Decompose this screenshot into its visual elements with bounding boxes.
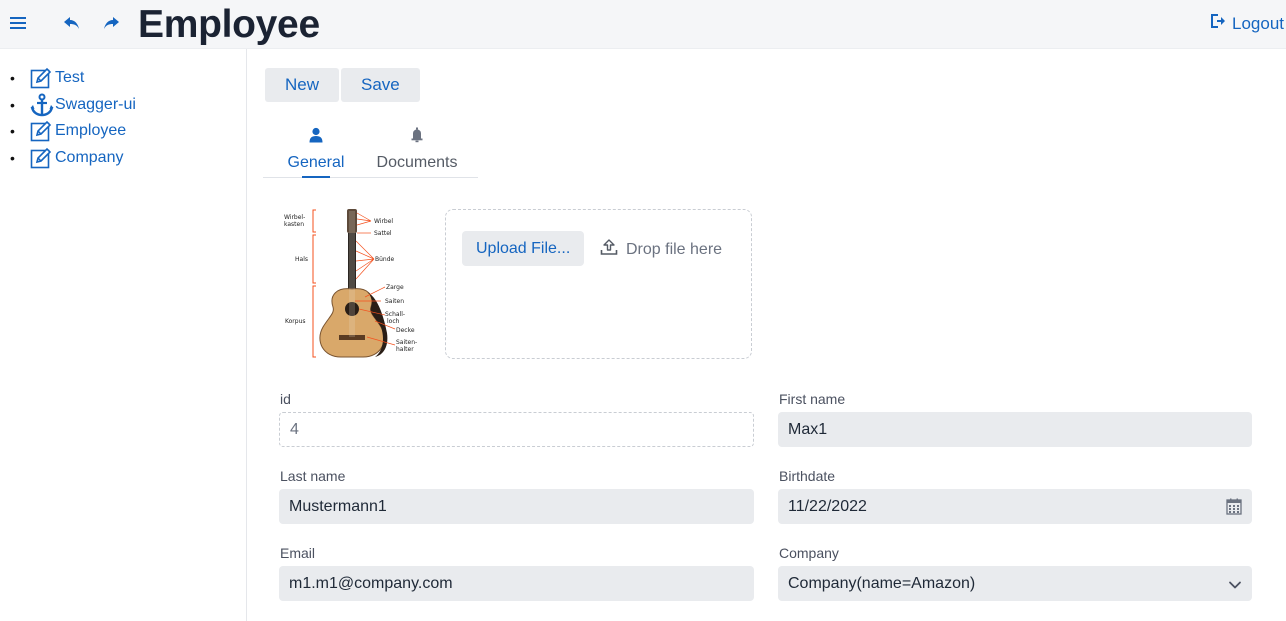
sidebar-item-label: Swagger-ui [55, 95, 136, 113]
first-name-field[interactable]: Max1 [778, 412, 1252, 447]
email-value: m1.m1@company.com [289, 574, 453, 592]
photo-label: Saiten- [396, 339, 417, 346]
photo-label: Sattel [374, 230, 392, 237]
photo-label: Zarge [386, 284, 404, 291]
sidebar-item-company[interactable]: • Company [8, 145, 246, 172]
photo-label: kasten [284, 221, 304, 228]
id-field: 4 [279, 412, 754, 447]
menu-icon[interactable] [7, 10, 29, 36]
sidebar-item-label: Test [55, 69, 85, 87]
sidebar-item-employee[interactable]: • Employee [8, 118, 246, 145]
photo-label: Hals [295, 256, 308, 263]
upload-file-button[interactable]: Upload File... [462, 231, 585, 266]
id-label: id [280, 391, 291, 407]
file-drop-zone[interactable]: Upload File... Drop file here [445, 209, 752, 359]
save-button[interactable]: Save [341, 68, 420, 102]
photo-label: Saiten [385, 298, 404, 305]
logout-label: Logout [1232, 13, 1284, 33]
id-value: 4 [290, 420, 299, 438]
company-value: Company(name=Amazon) [788, 574, 976, 592]
upload-icon [600, 238, 618, 261]
page-title: Employee [138, 3, 320, 46]
last-name-field[interactable]: Mustermann1 [279, 489, 754, 524]
redo-icon[interactable] [99, 10, 123, 36]
sidebar-item-test[interactable]: • Test [8, 65, 246, 92]
tab-general[interactable]: General [263, 122, 369, 178]
logout-icon [1209, 13, 1226, 34]
tab-label: General [287, 154, 345, 171]
first-name-label: First name [779, 391, 846, 407]
bell-icon [409, 127, 425, 148]
tab-label: Documents [376, 154, 458, 171]
email-field[interactable]: m1.m1@company.com [279, 566, 754, 601]
email-label: Email [280, 545, 316, 561]
employee-photo: Wirbel- kasten Hals Korpus Wirbel Sattel… [279, 205, 425, 363]
edit-icon [30, 119, 55, 143]
photo-label: Wirbel [374, 218, 393, 225]
photo-label: Korpus [285, 318, 306, 325]
undo-icon[interactable] [60, 10, 84, 36]
bullet: • [10, 123, 15, 140]
birthdate-field[interactable]: 11/22/2022 [778, 489, 1252, 524]
photo-label: loch [387, 318, 400, 325]
photo-label: halter [396, 346, 414, 353]
photo-label: Bünde [375, 256, 395, 263]
company-select[interactable]: Company(name=Amazon) [778, 566, 1252, 601]
anchor-icon [30, 93, 55, 117]
last-name-value: Mustermann1 [289, 497, 387, 515]
chevron-down-icon[interactable] [1228, 577, 1242, 595]
drop-hint-text: Drop file here [626, 240, 723, 258]
app-header: Employee Logout [0, 0, 1286, 49]
photo-label: Wirbel- [284, 214, 305, 221]
logout-button[interactable]: Logout [1209, 13, 1284, 34]
bullet: • [10, 149, 15, 166]
user-icon [308, 127, 324, 148]
birthdate-label: Birthdate [779, 468, 836, 484]
sidebar-item-label: Company [55, 148, 124, 166]
new-button[interactable]: New [265, 68, 340, 102]
sidebar-item-label: Employee [55, 122, 127, 140]
sidebar: • Test • Swagger-ui • Employee • Company [0, 49, 247, 621]
sidebar-item-swagger-ui[interactable]: • Swagger-ui [8, 92, 246, 119]
tab-bar: General Documents [263, 122, 478, 178]
last-name-label: Last name [280, 468, 346, 484]
bullet: • [10, 70, 15, 87]
first-name-value: Max1 [788, 420, 828, 438]
edit-icon [30, 66, 55, 90]
tab-documents[interactable]: Documents [369, 122, 465, 177]
company-label: Company [779, 545, 839, 561]
form-toolbar: New Save [265, 68, 420, 102]
tab-selected-indicator [302, 176, 330, 178]
birthdate-value: 11/22/2022 [788, 497, 867, 515]
photo-label: Decke [396, 327, 415, 334]
drop-hint: Drop file here [600, 238, 722, 261]
nav-list: • Test • Swagger-ui • Employee • Company [0, 49, 246, 171]
photo-label: Schall- [385, 311, 405, 318]
edit-icon [30, 146, 55, 170]
bullet: • [10, 96, 15, 113]
calendar-icon[interactable] [1226, 498, 1242, 520]
